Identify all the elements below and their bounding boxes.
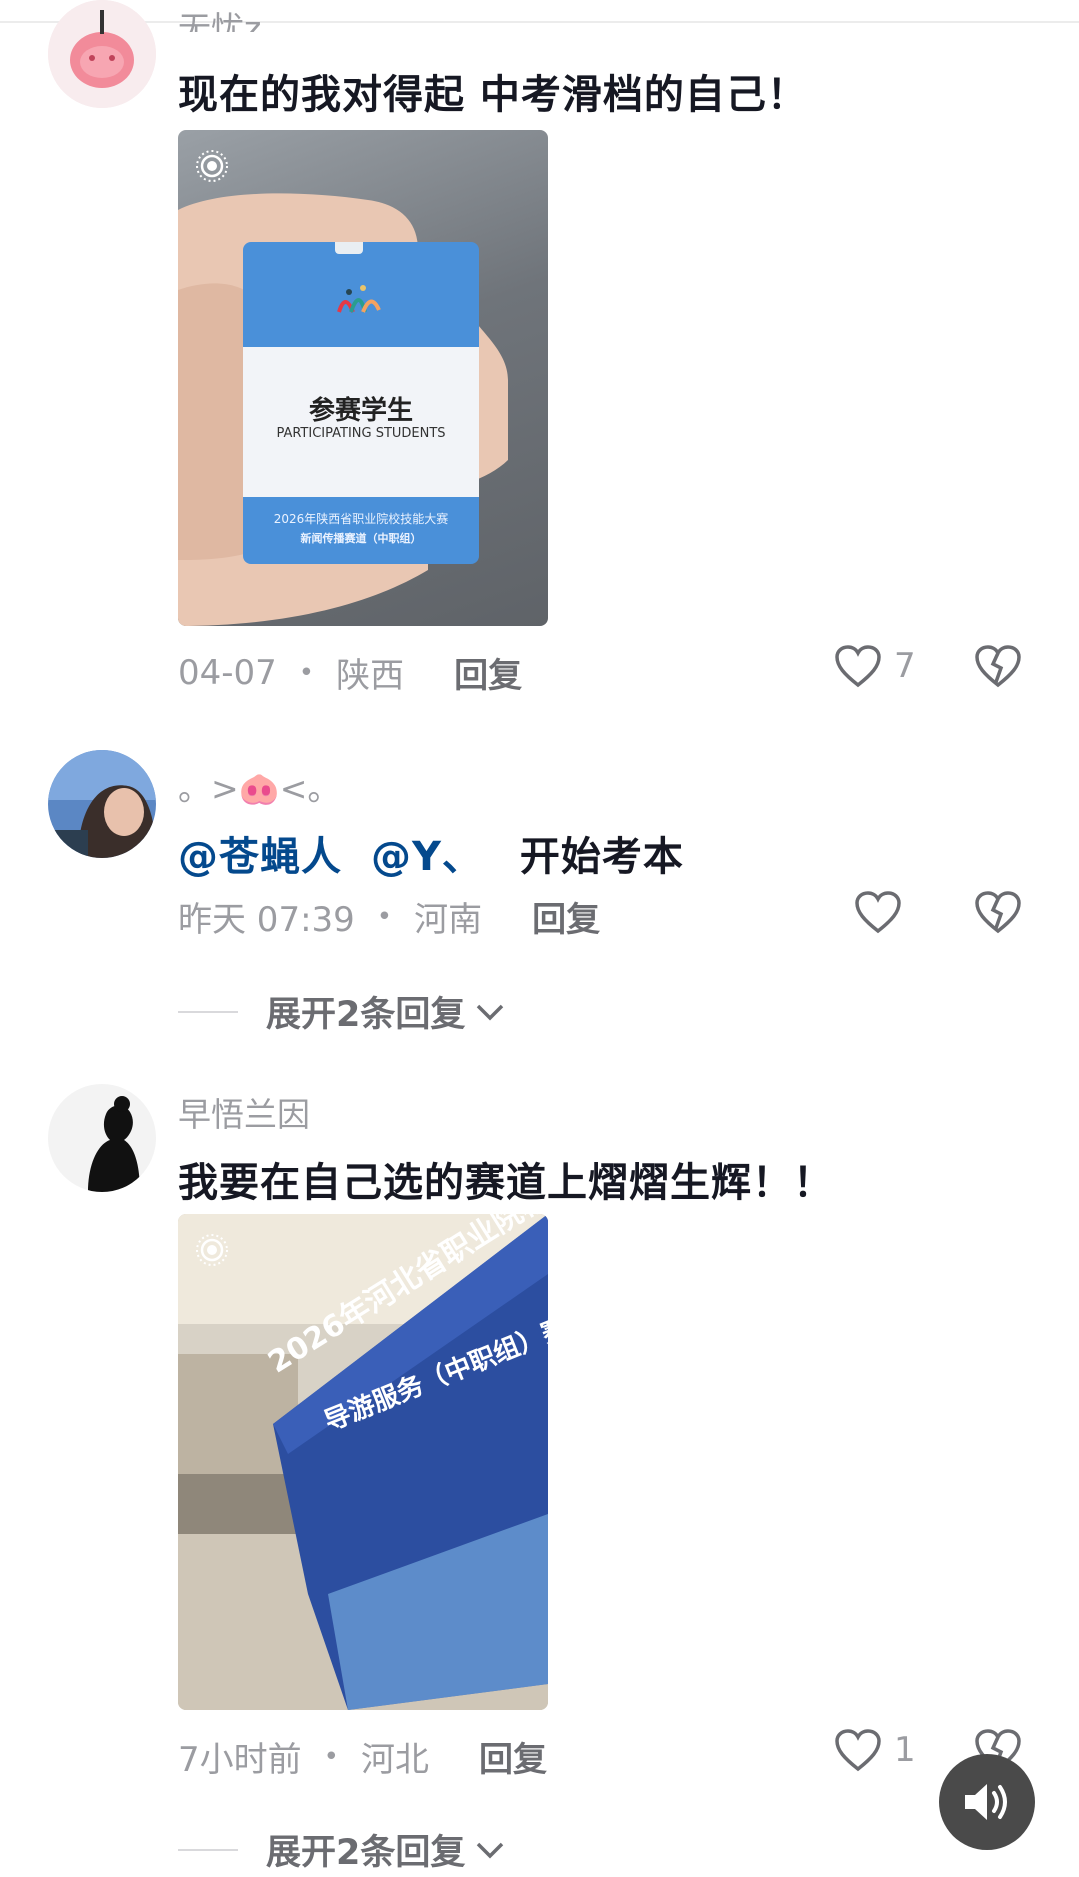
comment-username[interactable]: 早悟兰因 — [178, 1088, 310, 1136]
expand-replies-button[interactable]: 展开2条回复 — [178, 1824, 507, 1875]
reply-button[interactable]: 回复 — [479, 1732, 547, 1781]
comment-photo[interactable]: 2026年河北省职业院校技能大 导游服务（中职组）赛项 — [178, 1214, 548, 1710]
comment-meta: 04-07 • 陕西 回复 — [178, 648, 522, 697]
comment-location: 陕西 — [336, 656, 405, 696]
badge-title: 参赛学生 — [308, 396, 413, 426]
comment-date: 昨天 07:39 — [178, 900, 355, 940]
like-button[interactable] — [854, 890, 902, 934]
like-button[interactable]: 7 — [834, 644, 916, 688]
like-button[interactable]: 1 — [834, 1728, 916, 1772]
dislike-button[interactable] — [974, 890, 1022, 938]
heart-icon — [835, 645, 881, 688]
top-divider — [0, 21, 1079, 23]
avatar[interactable] — [48, 750, 156, 858]
comment-username[interactable]: 无忧z — [178, 2, 261, 32]
live-photo-icon — [194, 1232, 230, 1272]
comment-location: 河南 — [414, 900, 483, 940]
chevron-down-icon — [477, 1004, 504, 1020]
comment-date: 04-07 — [178, 652, 277, 693]
like-count: 7 — [894, 646, 916, 686]
mention-link[interactable]: @Y、 — [371, 834, 483, 880]
expand-divider — [178, 1010, 238, 1013]
sound-toggle-button[interactable] — [939, 1754, 1035, 1850]
meta-separator: • — [376, 901, 393, 932]
comment-date: 7小时前 — [178, 1740, 302, 1780]
comment-meta: 昨天 07:39 • 河南 回复 — [178, 892, 600, 941]
comment-text: 我要在自己选的赛道上熠熠生辉！！ — [178, 1160, 834, 1206]
reply-button[interactable]: 回复 — [454, 648, 522, 697]
comment-text: @苍蝇人 @Y、 开始考本 — [178, 824, 684, 882]
expand-replies-label: 展开2条回复 — [266, 1833, 466, 1873]
heart-icon — [835, 1729, 881, 1772]
speaker-icon — [965, 1784, 1007, 1820]
badge-subtitle: PARTICIPATING STUDENTS — [276, 426, 446, 441]
meta-separator: • — [298, 657, 315, 688]
avatar[interactable] — [48, 0, 156, 108]
broken-heart-icon — [975, 891, 1021, 934]
comment-location: 河北 — [360, 1740, 429, 1780]
heart-icon — [855, 891, 901, 934]
comment-body: 开始考本 — [519, 834, 684, 880]
comment-username[interactable]: 。>🐽<。 — [178, 762, 340, 810]
badge-logo — [331, 282, 391, 322]
chevron-down-icon — [477, 1842, 504, 1858]
badge-line2: 新闻传播赛道（中职组） — [300, 532, 422, 545]
reply-button[interactable]: 回复 — [532, 892, 600, 941]
expand-replies-label: 展开2条回复 — [266, 995, 466, 1035]
expand-replies-button[interactable]: 展开2条回复 — [178, 986, 507, 1037]
broken-heart-icon — [975, 645, 1021, 688]
expand-divider — [178, 1848, 238, 1851]
live-photo-icon — [194, 148, 230, 188]
mention-link[interactable]: @苍蝇人 — [178, 834, 342, 880]
like-count: 1 — [894, 1730, 916, 1770]
avatar[interactable] — [48, 1084, 156, 1192]
badge-line1: 2026年陕西省职业院校技能大赛 — [273, 512, 449, 526]
comment-meta: 7小时前 • 河北 回复 — [178, 1732, 547, 1781]
dislike-button[interactable] — [974, 644, 1022, 692]
comment-photo[interactable]: 参赛学生 PARTICIPATING STUDENTS 2026年陕西省职业院校… — [178, 130, 548, 626]
comment-text: 现在的我对得起 中考滑档的自己！ — [178, 72, 808, 118]
badge-card: 参赛学生 PARTICIPATING STUDENTS 2026年陕西省职业院校… — [243, 242, 479, 564]
meta-separator: • — [323, 1741, 339, 1772]
